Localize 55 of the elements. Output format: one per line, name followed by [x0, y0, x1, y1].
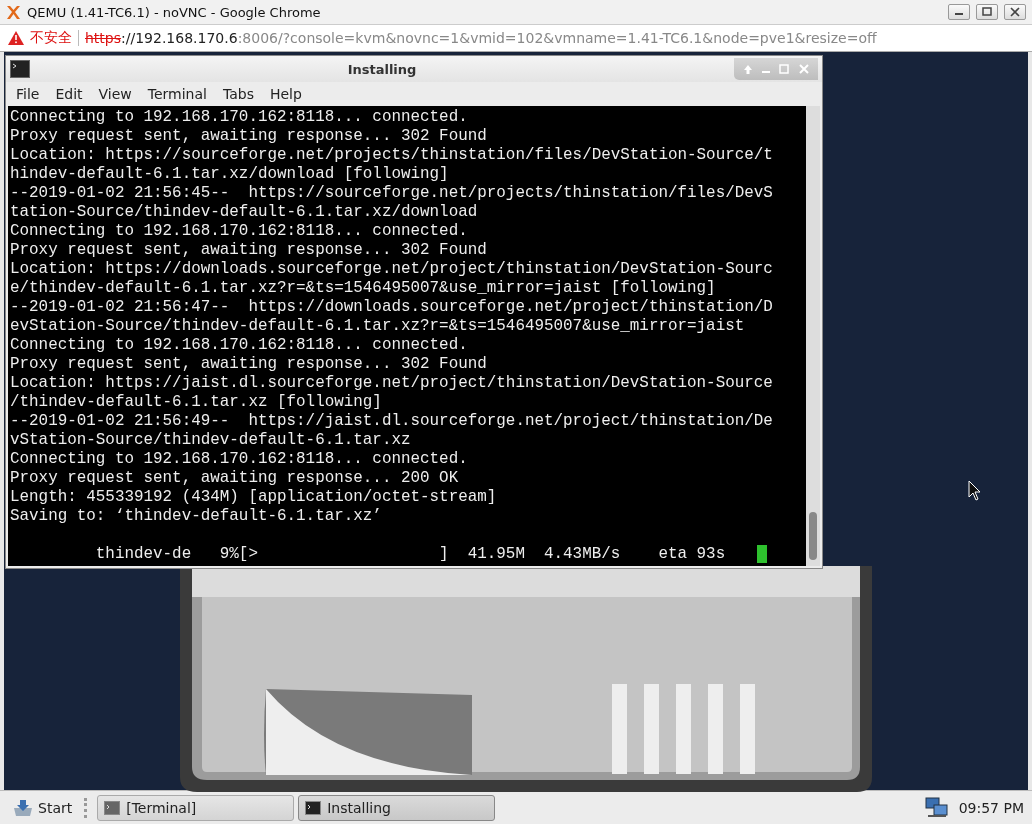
window-title: QEMU (1.41-TC6.1) - noVNC - Google Chrome — [27, 4, 321, 20]
terminal-line: hindev-default-6.1.tar.xz/download [following] — [10, 165, 450, 184]
terminal-line: Proxy request sent, awaiting response... 302 Found — [10, 355, 488, 374]
terminal-line: Proxy request sent, awaiting response... 200 OK — [10, 469, 460, 488]
close-icon — [798, 63, 810, 75]
terminal-line: Proxy request sent, awaiting response... 302 Found — [10, 241, 488, 260]
terminal-line: Location: https://sourceforge.net/projects/thinstation/files/DevStation-Source/t — [10, 146, 774, 165]
terminal-line: evStation-Source/thindev-default-6.1.tar.xz?r=&ts=1546495007&use_mirror=jaist — [10, 317, 746, 336]
minimize-button[interactable] — [948, 4, 970, 20]
close-button[interactable] — [1004, 4, 1026, 20]
scrollbar[interactable] — [806, 106, 820, 566]
menu-item[interactable]: Help — [261, 86, 310, 102]
mouse-pointer-icon — [968, 480, 982, 502]
terminal-icon — [305, 800, 322, 815]
terminal-line: Connecting to 192.168.170.162:8118... connected. — [10, 108, 469, 127]
terminal-line: Connecting to 192.168.170.162:8118... connected. — [10, 336, 469, 355]
minimize-icon — [955, 13, 963, 15]
start-button[interactable]: Start — [8, 794, 77, 821]
security-label[interactable]: 不安全 — [30, 29, 72, 47]
terminal-line: /thindev-default-6.1.tar.xz [following] — [10, 393, 383, 412]
warning-icon — [8, 31, 24, 45]
terminal-line: --2019-01-02 21:56:49-- https://jaist.dl.sourceforge.net/project/thinstation/De — [10, 412, 774, 431]
menu-item[interactable]: Edit — [47, 86, 91, 102]
terminal-icon[interactable] — [10, 60, 30, 78]
terminal-line: Length: 455339192 (434M) [application/octet-stream] — [10, 488, 498, 507]
terminal-line: vStation-Source/thindev-default-6.1.tar.xz — [10, 431, 412, 450]
arrow-up-icon — [742, 63, 754, 75]
terminal-line: Location: https://jaist.dl.sourceforge.net/project/thinstation/DevStation-Source — [10, 374, 774, 393]
terminal-line: Connecting to 192.168.170.162:8118... connected. — [10, 450, 469, 469]
terminal-line: Connecting to 192.168.170.162:8118... connected. — [10, 222, 469, 241]
menu-item[interactable]: Terminal — [139, 86, 215, 102]
terminal-line: tation-Source/thindev-default-6.1.tar.xz/download — [10, 203, 479, 222]
network-icon[interactable] — [924, 796, 949, 819]
clock[interactable]: 09:57 PM — [958, 799, 1024, 816]
download-progress-line: thindev-de 9%[> ] 41.95M 4.43MB/s eta 93s — [94, 545, 726, 563]
menu-item[interactable]: View — [90, 86, 140, 102]
taskbar-button[interactable]: Installing — [298, 794, 496, 821]
menu-item[interactable]: Tabs — [214, 86, 262, 102]
text-cursor — [757, 545, 768, 563]
maximize-icon — [778, 63, 790, 75]
terminal-line: Proxy request sent, awaiting response... 302 Found — [10, 127, 488, 146]
taskbar-button[interactable]: [Terminal] — [97, 794, 295, 821]
terminal-line: Saving to: ‘thindev-default-6.1.tar.xz’ — [10, 507, 383, 526]
terminal-line: Location: https://downloads.sourceforge.net/project/thinstation/DevStation-Sourc — [10, 260, 774, 279]
terminal-line: --2019-01-02 21:56:47-- https://downloads.sourceforge.net/project/thinstation/D — [10, 298, 774, 317]
app-logo-icon — [6, 4, 21, 20]
terminal-line: e/thindev-default-6.1.tar.xz?r=&ts=1546495007&use_mirror=jaist [following] — [10, 279, 717, 298]
terminal-icon — [104, 800, 121, 815]
menu-item[interactable]: File — [8, 86, 48, 102]
address-url[interactable]: https://192.168.170.6:8006/?console=kvm&novnc=1&vmid=102&vmname=1.41-TC6.1&node=pve1&resize=off — [85, 30, 877, 46]
window-title: Installing — [346, 61, 418, 77]
maximize-button[interactable] — [976, 4, 998, 20]
minimize-icon — [762, 71, 770, 73]
terminal-line: --2019-01-02 21:56:45-- https://sourceforge.net/projects/thinstation/files/DevS — [10, 184, 774, 203]
download-tray-icon — [12, 797, 34, 818]
